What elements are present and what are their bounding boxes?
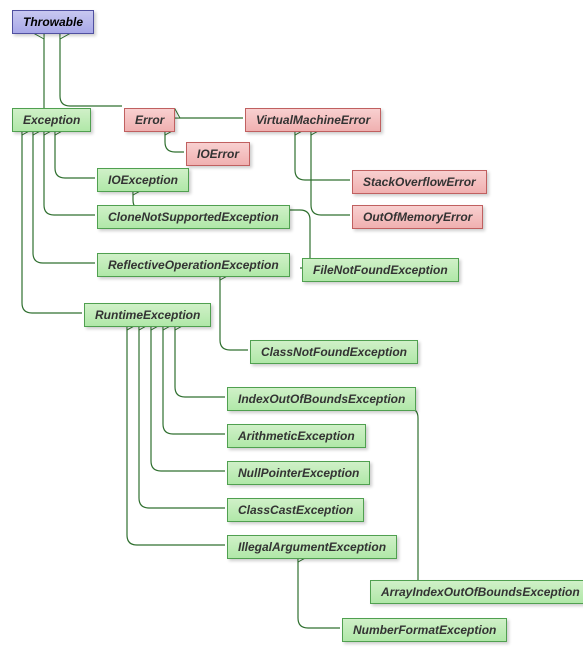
label: OutOfMemoryError <box>363 210 472 224</box>
label: Throwable <box>23 15 83 29</box>
label: NumberFormatException <box>353 623 496 637</box>
label: IOException <box>108 173 178 187</box>
label: IOError <box>197 147 239 161</box>
label: RuntimeException <box>95 308 200 322</box>
label: IllegalArgumentException <box>238 540 386 554</box>
class-ioexception: IOException <box>97 168 189 192</box>
class-clonenotsupportedexception: CloneNotSupportedException <box>97 205 290 229</box>
class-error: Error <box>124 108 175 132</box>
class-virtualmachineerror: VirtualMachineError <box>245 108 381 132</box>
class-illegalargumentexception: IllegalArgumentException <box>227 535 397 559</box>
label: VirtualMachineError <box>256 113 370 127</box>
label: FileNotFoundException <box>313 263 448 277</box>
label: ClassNotFoundException <box>261 345 407 359</box>
class-classnotfoundexception: ClassNotFoundException <box>250 340 418 364</box>
class-runtimeexception: RuntimeException <box>84 303 211 327</box>
inheritance-connectors <box>0 0 583 668</box>
label: ArrayIndexOutOfBoundsException <box>381 585 580 599</box>
label: Error <box>135 113 164 127</box>
class-outofmemoryerror: OutOfMemoryError <box>352 205 483 229</box>
class-reflectiveoperationexception: ReflectiveOperationException <box>97 253 290 277</box>
class-filenotfoundexception: FileNotFoundException <box>302 258 459 282</box>
class-stackoverflowerror: StackOverflowError <box>352 170 487 194</box>
class-classcastexception: ClassCastException <box>227 498 364 522</box>
label: ArithmeticException <box>238 429 355 443</box>
label: NullPointerException <box>238 466 359 480</box>
label: IndexOutOfBoundsException <box>238 392 405 406</box>
class-indexoutofboundsexception: IndexOutOfBoundsException <box>227 387 416 411</box>
label: StackOverflowError <box>363 175 476 189</box>
label: CloneNotSupportedException <box>108 210 279 224</box>
label: ClassCastException <box>238 503 353 517</box>
class-nullpointerexception: NullPointerException <box>227 461 370 485</box>
class-arithmeticexception: ArithmeticException <box>227 424 366 448</box>
class-throwable: Throwable <box>12 10 94 34</box>
label: ReflectiveOperationException <box>108 258 279 272</box>
class-exception: Exception <box>12 108 91 132</box>
class-ioerror: IOError <box>186 142 250 166</box>
class-numberformatexception: NumberFormatException <box>342 618 507 642</box>
label: Exception <box>23 113 80 127</box>
class-arrayindexoutofboundsexception: ArrayIndexOutOfBoundsException <box>370 580 583 604</box>
